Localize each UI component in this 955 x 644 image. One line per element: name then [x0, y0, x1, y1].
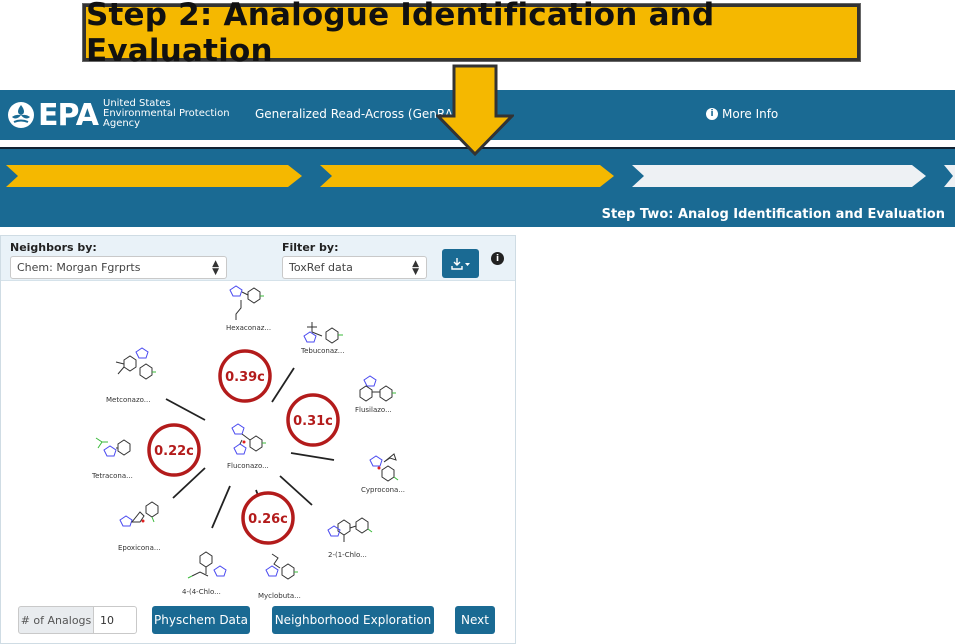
progress-band: Step Two: Analog Identification and Eval…: [0, 147, 955, 227]
node-label-center: Fluconazo...: [227, 462, 269, 470]
node-label-tetraconazole: Tetracona...: [91, 472, 133, 480]
node-label-4-chloro: 4-(4-Chlo...: [182, 588, 221, 596]
neighborhood-exploration-button[interactable]: Neighborhood Exploration: [272, 606, 434, 634]
node-label-flusilazole: Flusilazo...: [355, 406, 392, 414]
step-two-chevron[interactable]: [320, 165, 614, 187]
molecule-tetraconazole[interactable]: [95, 437, 131, 457]
neighbors-label: Neighbors by:: [10, 241, 97, 254]
panel-footer: # of Analogs 10 Physchem Data Neighborho…: [0, 606, 516, 638]
epa-logo-text: EPA: [38, 97, 99, 133]
epa-flower-icon: [8, 102, 34, 128]
more-info-link[interactable]: i More Info: [706, 107, 778, 121]
filter-select[interactable]: ToxRef data ▲ ▼: [282, 256, 427, 279]
down-arrow-icon: [436, 64, 514, 156]
info-icon: i: [706, 108, 718, 120]
download-button[interactable]: [442, 249, 479, 278]
filter-select-value: ToxRef data: [289, 261, 353, 274]
step-banner: Step 2: Analogue Identification and Eval…: [83, 0, 860, 69]
molecule-myclobutanil[interactable]: [265, 553, 298, 580]
info-icon[interactable]: i: [491, 252, 504, 265]
step-three-chevron[interactable]: [632, 165, 926, 187]
node-label-cyproconazole: Cyprocona...: [361, 486, 405, 494]
svg-text:0.39c: 0.39c: [225, 370, 265, 385]
graph-edge: [271, 367, 295, 403]
similarity-score-1[interactable]: 0.39c: [218, 349, 272, 403]
filter-label: Filter by:: [282, 241, 339, 254]
analogs-count-label: # of Analogs: [18, 606, 94, 634]
agency-name: United States Environmental Protection A…: [103, 99, 230, 129]
molecule-4-chlorophenyl[interactable]: [187, 551, 227, 579]
svg-text:0.22c: 0.22c: [154, 444, 194, 459]
neighbor-graph: Fluconazo... Hexaconaz... Tebuconaz... F…: [91, 285, 405, 600]
molecule-cyproconazole[interactable]: [369, 453, 399, 482]
step-banner-title: Step 2: Analogue Identification and Eval…: [86, 0, 715, 69]
app-title[interactable]: Generalized Read-Across (GenRA): [255, 107, 458, 121]
molecule-metconazole[interactable]: [115, 347, 156, 380]
graph-edge: [165, 398, 206, 421]
neighbors-select-value: Chem: Morgan Fgrprts: [17, 261, 141, 274]
node-label-epoxiconazole: Epoxicona...: [118, 544, 161, 552]
select-caret-icon: ▲ ▼: [212, 259, 219, 277]
svg-text:0.31c: 0.31c: [293, 414, 333, 429]
graph-edge: [211, 485, 231, 529]
graph-edge: [290, 452, 335, 461]
node-label-myclobutanil: Myclobuta...: [258, 592, 301, 600]
agency-line-3: Agency: [103, 118, 141, 129]
next-button[interactable]: Next: [455, 606, 495, 634]
download-icon: [450, 257, 470, 270]
molecule-2-chlorophenyl[interactable]: [327, 517, 373, 542]
molecule-flusilazole[interactable]: [359, 375, 396, 402]
more-info-label: More Info: [722, 107, 779, 121]
molecule-tebuconazole[interactable]: [303, 322, 343, 344]
similarity-score-3[interactable]: 0.22c: [147, 423, 201, 477]
svg-text:0.26c: 0.26c: [248, 512, 288, 527]
physchem-data-button[interactable]: Physchem Data: [152, 606, 250, 634]
similarity-score-4[interactable]: 0.26c: [241, 491, 295, 545]
step-one-chevron[interactable]: [6, 165, 302, 187]
node-label-tebuconazole: Tebuconaz...: [300, 347, 344, 355]
epa-logo[interactable]: EPA: [6, 97, 99, 133]
analogs-count-input[interactable]: 10: [93, 606, 137, 634]
node-label-metconazole: Metconazo...: [106, 396, 150, 404]
molecule-epoxiconazole[interactable]: [119, 501, 159, 527]
node-label-hexaconazole: Hexaconaz...: [226, 324, 271, 332]
current-step-title: Step Two: Analog Identification and Eval…: [601, 207, 945, 222]
molecule-center[interactable]: [231, 423, 266, 455]
node-label-2-chloro: 2-(1-Chlo...: [328, 551, 367, 559]
select-caret-icon: ▲ ▼: [412, 259, 419, 277]
step-four-chevron[interactable]: [944, 165, 955, 187]
similarity-score-2[interactable]: 0.31c: [286, 393, 340, 447]
molecule-hexaconazole[interactable]: [229, 285, 264, 320]
neighbors-select[interactable]: Chem: Morgan Fgrprts ▲ ▼: [10, 256, 227, 279]
